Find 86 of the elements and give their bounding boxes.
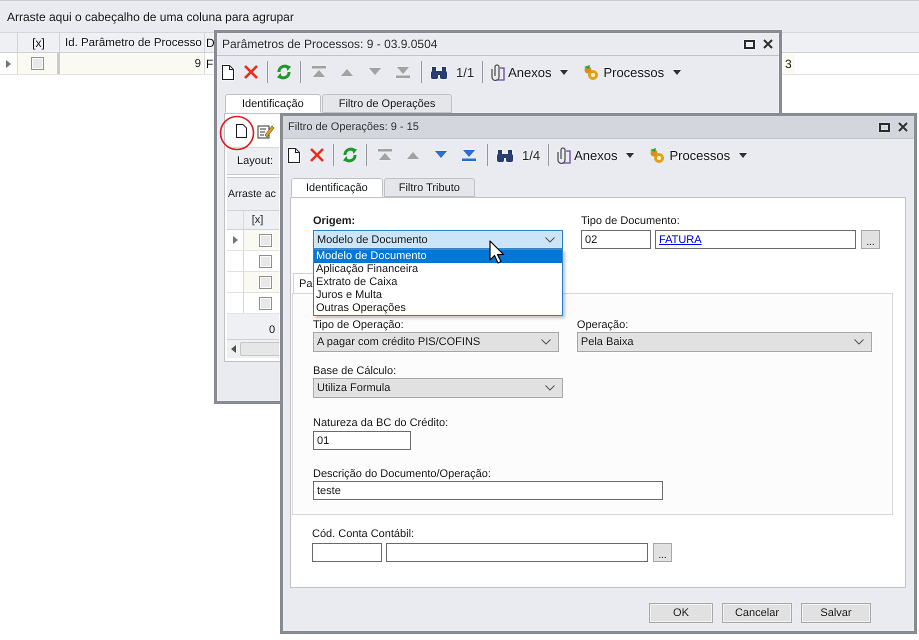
maximize-icon[interactable]: [879, 122, 890, 132]
scrollbar[interactable]: [227, 340, 279, 358]
group-hint: Arraste aqui o cabeçalho de uma coluna para agrupar: [7, 10, 294, 24]
text-field[interactable]: FATURA: [655, 230, 856, 249]
refresh-icon[interactable]: [342, 146, 358, 164]
table-cell: 9: [60, 53, 205, 74]
caret-icon: [560, 70, 568, 74]
binoculars-icon[interactable]: [496, 148, 514, 162]
maximize-icon[interactable]: [744, 40, 755, 48]
new-document-icon[interactable]: [235, 122, 248, 138]
tab[interactable]: Filtro de Operações: [322, 94, 452, 113]
field-label: Cód. Conta Contábil:: [312, 527, 416, 541]
dropdown-field[interactable]: Modelo de Documento: [313, 230, 563, 249]
window-title: Parâmetros de Processos: 9 - 03.9.0504: [222, 37, 438, 51]
new-document-icon[interactable]: [287, 146, 301, 164]
dialog-button[interactable]: Cancelar: [722, 603, 792, 623]
field-label: Operação:: [576, 318, 630, 332]
caret-icon: [739, 152, 748, 158]
toolbar-menu-button[interactable]: Processos: [648, 146, 754, 164]
chevron-icon: [854, 339, 864, 345]
table-cell: 3: [782, 53, 795, 74]
table-cell-text: F: [205, 56, 214, 72]
field-label: Base de Cálculo:: [313, 364, 398, 378]
chevron-icon: [545, 236, 555, 242]
summary-cell: 0: [269, 324, 276, 336]
close-icon[interactable]: [898, 122, 908, 132]
caret-icon: [673, 70, 682, 74]
lookup-button[interactable]: ...: [653, 543, 672, 562]
dropdown-option[interactable]: Aplicação Financeira: [314, 263, 562, 276]
tab[interactable]: Identificação: [225, 94, 321, 113]
column-header[interactable]: D: [205, 33, 214, 52]
toolbar-menu-button[interactable]: Anexos: [491, 64, 574, 80]
code-field[interactable]: [312, 543, 382, 562]
paperclip-icon: [491, 64, 506, 80]
dropdown-option[interactable]: Outras Operações: [314, 302, 562, 315]
delete-icon[interactable]: [309, 147, 325, 163]
lookup-button[interactable]: ...: [861, 230, 880, 249]
delete-icon[interactable]: [243, 64, 259, 80]
tab[interactable]: Filtro Tributo: [384, 178, 475, 197]
dropdown-field[interactable]: A pagar com crédito PIS/COFINS: [313, 332, 559, 352]
caret-icon: [626, 152, 634, 158]
field-label: Natureza da BC do Crédito:: [313, 416, 450, 430]
close-icon[interactable]: [763, 39, 773, 49]
record-counter: 1/1: [456, 64, 474, 80]
dropdown-option[interactable]: Juros e Multa: [314, 289, 562, 302]
tab[interactable]: Identificação: [291, 178, 383, 197]
layout-label: Layout:: [237, 155, 274, 167]
window-title: Filtro de Operações: 9 - 15: [288, 121, 420, 133]
text-field[interactable]: teste: [313, 481, 663, 500]
dropdown-option[interactable]: Modelo de Documento: [314, 250, 562, 263]
document-link[interactable]: FATURA: [659, 234, 702, 246]
refresh-icon[interactable]: [276, 63, 292, 81]
record-counter: 1/4: [522, 148, 540, 162]
new-document-icon[interactable]: [221, 64, 235, 80]
checkbox[interactable]: [259, 254, 272, 268]
checkbox[interactable]: [259, 234, 272, 246]
chevron-icon: [540, 339, 551, 345]
scroll-left-icon[interactable]: [231, 345, 236, 353]
group-tab[interactable]: Pa: [293, 273, 313, 293]
checkbox[interactable]: [259, 296, 272, 310]
dropdown-field[interactable]: Pela Baixa: [576, 332, 872, 352]
column-header[interactable]: [x]: [18, 33, 60, 52]
gears-icon: [648, 146, 666, 164]
edit-icon[interactable]: [257, 122, 275, 138]
text-field[interactable]: 01: [313, 431, 411, 450]
last-record-icon[interactable]: [461, 148, 477, 162]
binoculars-icon[interactable]: [430, 64, 448, 80]
field-label: Descrição do Documento/Operação:: [313, 467, 492, 481]
paperclip-icon: [557, 146, 572, 164]
text-field[interactable]: [386, 543, 648, 562]
checkbox[interactable]: [259, 276, 272, 288]
code-field[interactable]: 02: [581, 230, 651, 249]
group-hint: Arraste ac: [228, 188, 276, 200]
field-label: Tipo de Operação:: [313, 318, 405, 332]
dropdown-field[interactable]: Utiliza Formula: [313, 378, 563, 398]
toolbar-menu-button[interactable]: Anexos: [557, 146, 640, 164]
column-header[interactable]: Id. Parâmetro de Processo: [60, 33, 205, 52]
gears-icon: [582, 64, 600, 80]
toolbar-menu-button[interactable]: Processos: [582, 64, 688, 80]
dropdown-option[interactable]: Extrato de Caixa: [314, 276, 562, 289]
field-label: Origem:: [313, 214, 356, 228]
dialog-button[interactable]: OK: [649, 603, 713, 623]
chevron-icon: [545, 385, 555, 391]
field-label: Tipo de Documento:: [581, 214, 681, 228]
dialog-button[interactable]: Salvar: [801, 603, 871, 623]
checkbox[interactable]: [31, 57, 44, 70]
